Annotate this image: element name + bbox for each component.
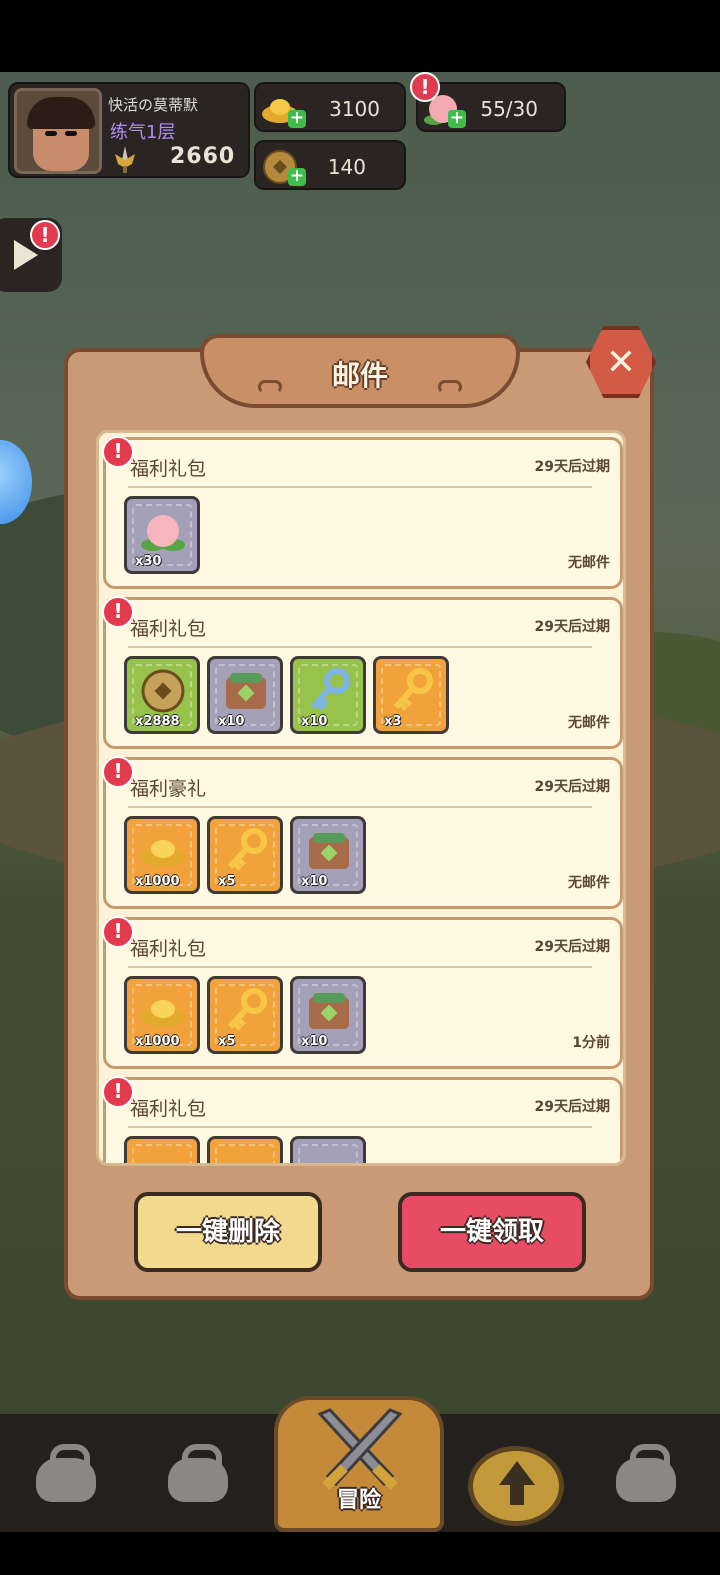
gold-ingot-icon <box>141 1000 185 1027</box>
nav-item-adventure[interactable]: 冒险 <box>274 1396 444 1532</box>
blue-key-icon <box>310 668 350 711</box>
divider <box>128 1126 592 1128</box>
mail-card[interactable]: ! 福利豪礼 29天后过期 x1000 x5 x10 无邮件 <box>102 756 623 909</box>
lock-icon <box>168 1444 228 1502</box>
coin-icon <box>141 669 185 713</box>
reward-item[interactable]: x10 <box>207 656 283 734</box>
gold-ingot-icon <box>141 840 185 867</box>
divider <box>128 486 592 488</box>
mail-title: 福利礼包 <box>130 458 207 480</box>
player-panel[interactable]: 快活の莫蒂默 练气1层 2660 <box>8 82 250 178</box>
mail-title: 福利豪礼 <box>130 778 207 800</box>
mail-title: 福利礼包 <box>130 938 207 960</box>
lock-icon <box>36 1444 96 1502</box>
nav-item-locked[interactable] <box>580 1414 720 1532</box>
gold-key-icon <box>227 988 267 1031</box>
claim-all-button[interactable]: 一键领取 <box>398 1192 586 1272</box>
reward-qty: x1000 <box>135 874 180 889</box>
reward-item[interactable]: x5 <box>207 976 283 1054</box>
peach-icon <box>141 515 185 551</box>
avatar[interactable] <box>14 88 102 174</box>
reward-item[interactable]: x1000 <box>124 816 200 894</box>
divider <box>128 806 592 808</box>
close-icon: ✕ <box>605 342 637 383</box>
gold-key-icon <box>227 828 267 871</box>
add-coin-icon[interactable]: + <box>288 168 306 186</box>
nav-adventure-label: 冒险 <box>336 1488 381 1513</box>
gold-key-icon <box>393 668 433 711</box>
mail-card[interactable]: ! 福利礼包 29天后过期 x2888 x10 x10 x3 无邮件 <box>102 596 623 749</box>
reward-qty: x2888 <box>135 714 180 729</box>
reward-item[interactable]: x2888 <box>124 656 200 734</box>
mail-card[interactable]: ! 福利礼包 29天后过期 x1000 x5 x10 1分前 <box>102 916 623 1069</box>
reward-item[interactable] <box>207 1136 283 1163</box>
reward-qty: x10 <box>301 874 328 889</box>
divider <box>128 646 592 648</box>
mail-status: 1分前 <box>572 1035 610 1051</box>
reward-qty: x30 <box>135 554 162 569</box>
mail-card[interactable]: ! 福利礼包 29天后过期 x30 无邮件 <box>102 436 623 589</box>
chest-icon <box>226 673 266 709</box>
mail-expire: 29天后过期 <box>534 459 610 475</box>
reward-qty: x5 <box>218 874 236 889</box>
reward-item[interactable]: x5 <box>207 816 283 894</box>
reward-qty: x10 <box>301 714 328 729</box>
add-gold-icon[interactable]: + <box>288 110 306 128</box>
mail-expire: 29天后过期 <box>534 779 610 795</box>
mail-status: 无邮件 <box>568 715 610 731</box>
reward-qty: x10 <box>301 1034 328 1049</box>
mail-expire: 29天后过期 <box>534 619 610 635</box>
modal-title-plate: 邮件 <box>200 334 520 408</box>
side-alert-icon: ! <box>30 220 60 250</box>
reward-item[interactable] <box>290 1136 366 1163</box>
mail-status: 无邮件 <box>568 555 610 571</box>
mail-list[interactable]: ! 福利礼包 29天后过期 x30 无邮件 ! 福利礼包 29天后过期 x288… <box>96 430 626 1166</box>
mail-card[interactable]: ! 福利礼包 29天后过期 <box>102 1076 623 1163</box>
delete-all-button[interactable]: 一键删除 <box>134 1192 322 1272</box>
reward-item[interactable]: x10 <box>290 976 366 1054</box>
peach-count: 55/30 <box>480 97 538 121</box>
modal-title: 邮件 <box>331 359 388 392</box>
reward-item[interactable]: x1000 <box>124 976 200 1054</box>
chest-icon <box>309 993 349 1029</box>
mail-title: 福利礼包 <box>130 1098 207 1120</box>
divider <box>128 966 592 968</box>
reward-item[interactable] <box>124 1136 200 1163</box>
gold-ingot-resource[interactable]: + 3100 <box>254 82 406 132</box>
mail-status: 无邮件 <box>568 875 610 891</box>
reward-item[interactable]: x30 <box>124 496 200 574</box>
reward-qty: x10 <box>218 714 245 729</box>
nav-item-locked[interactable] <box>0 1414 140 1532</box>
mail-title: 福利礼包 <box>130 618 207 640</box>
player-rank: 练气1层 <box>110 122 176 143</box>
mail-expire: 29天后过期 <box>534 939 610 955</box>
reward-item[interactable]: x3 <box>373 656 449 734</box>
coin-count: 140 <box>327 155 366 179</box>
peach-alert-icon: ! <box>410 72 440 102</box>
sword-power-icon <box>115 146 135 173</box>
nav-item-locked[interactable] <box>132 1414 272 1532</box>
coin-resource[interactable]: + 140 <box>254 140 406 190</box>
gold-ingot-count: 3100 <box>329 97 380 121</box>
up-arrow-icon <box>499 1461 535 1485</box>
reward-qty: x1000 <box>135 1034 180 1049</box>
combat-power: 2660 <box>170 144 236 169</box>
lock-icon <box>616 1444 676 1502</box>
reward-item[interactable]: x10 <box>290 816 366 894</box>
reward-item[interactable]: x10 <box>290 656 366 734</box>
chest-icon <box>309 833 349 869</box>
add-peach-icon[interactable]: + <box>448 110 466 128</box>
mail-modal: ! 福利礼包 29天后过期 x30 无邮件 ! 福利礼包 29天后过期 x288… <box>64 348 654 1300</box>
reward-qty: x3 <box>384 714 402 729</box>
nav-item-upgrade[interactable] <box>468 1446 564 1526</box>
reward-qty: x5 <box>218 1034 236 1049</box>
mail-expire: 29天后过期 <box>534 1099 610 1115</box>
player-name: 快活の莫蒂默 <box>108 96 199 114</box>
